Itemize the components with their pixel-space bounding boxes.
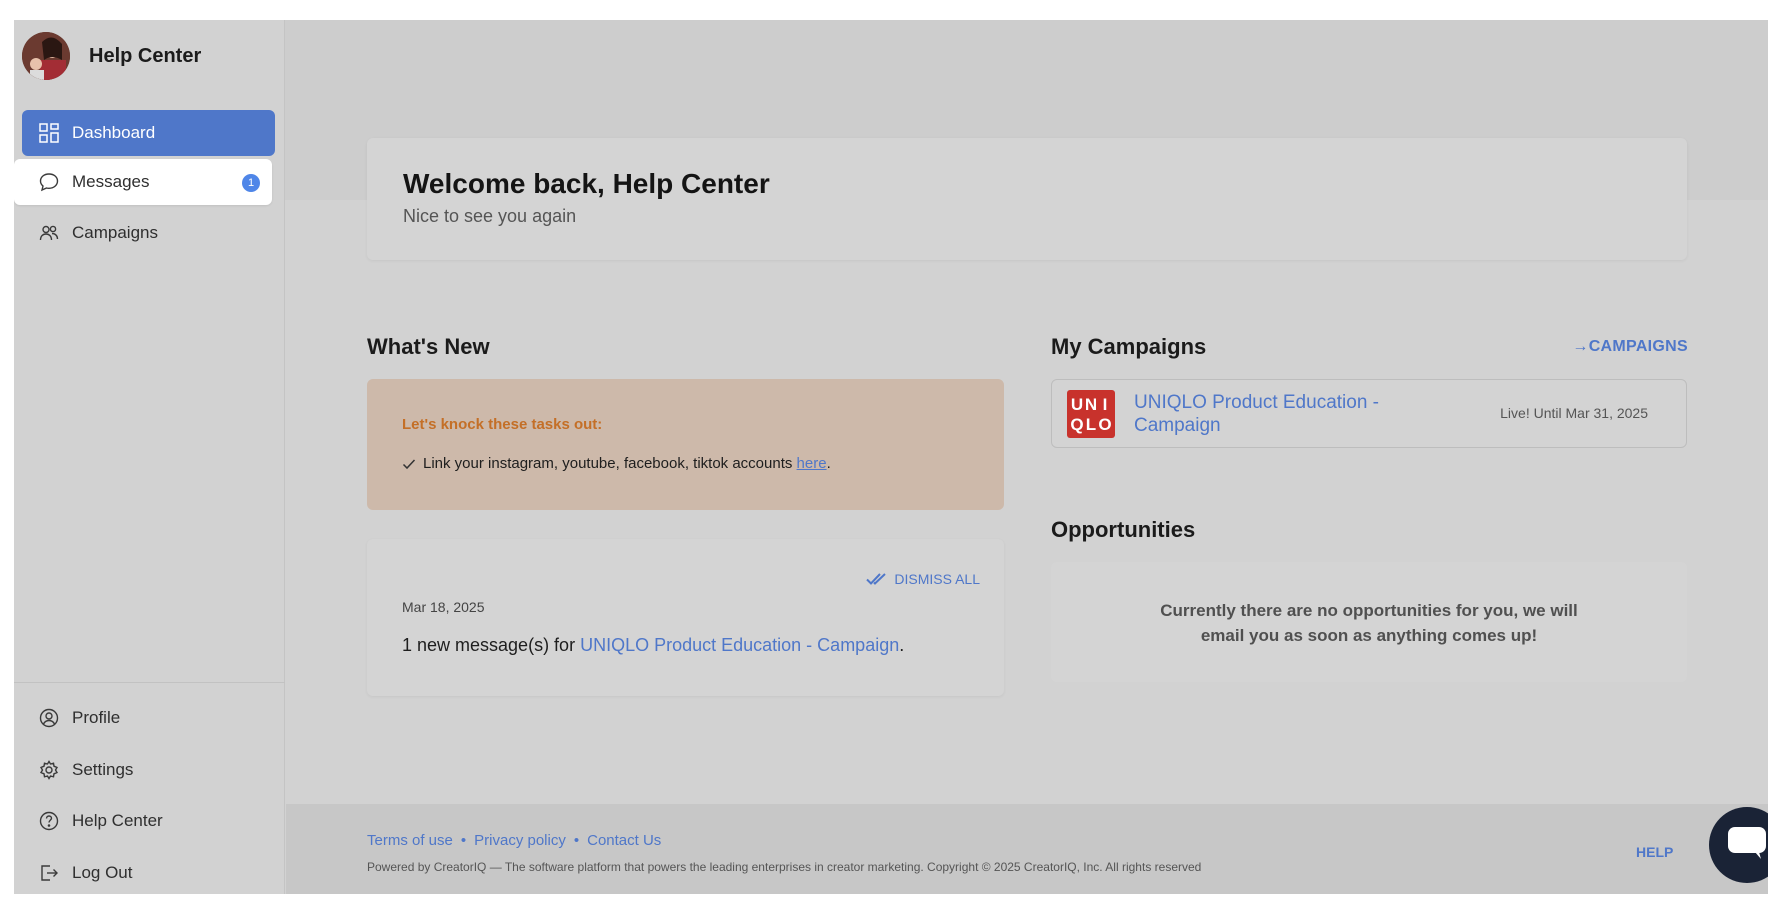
double-check-icon <box>866 572 888 586</box>
campaign-card[interactable]: U N I Q L O UNIQLO Product Education - C… <box>1051 379 1687 448</box>
nav-item-dashboard[interactable]: Dashboard <box>22 110 275 156</box>
uniqlo-logo: U N I Q L O <box>1067 390 1115 438</box>
sidebar-divider <box>14 682 285 683</box>
welcome-card: Welcome back, Help Center Nice to see yo… <box>367 138 1687 260</box>
dismiss-all-button[interactable]: DISMISS ALL <box>866 571 980 587</box>
dot-separator: • <box>573 832 580 849</box>
help-label[interactable]: HELP <box>1636 844 1673 860</box>
welcome-title: Welcome back, Help Center <box>403 168 770 199</box>
nav-item-campaigns[interactable]: Campaigns <box>22 210 275 256</box>
chat-bubble-icon <box>1727 826 1767 865</box>
footer-links: Terms of use • Privacy policy • Contact … <box>367 832 661 849</box>
dot-separator: • <box>460 832 467 849</box>
my-campaigns-title: My Campaigns <box>1051 334 1207 359</box>
opportunities-empty-text: Currently there are no opportunities for… <box>1160 601 1578 645</box>
arrow-right-icon: → <box>1572 338 1589 355</box>
message-campaign-link[interactable]: UNIQLO Product Education - Campaign <box>580 635 899 655</box>
message-text: 1 new message(s) for UNIQLO Product Educ… <box>402 635 905 655</box>
avatar <box>22 32 70 80</box>
sidebar: Help Center Dashboard Messages 1 Campaig… <box>14 20 285 894</box>
check-icon <box>402 457 416 471</box>
task-text: Link your instagram, youtube, facebook, … <box>423 455 797 472</box>
main-content: Welcome back, Help Center Nice to see yo… <box>286 20 1768 894</box>
nav-label: Messages <box>72 172 150 191</box>
campaign-status: Live! Until Mar 31, 2025 <box>1500 405 1648 421</box>
campaigns-link[interactable]: →CAMPAIGNS <box>1572 338 1688 356</box>
nav-label: Campaigns <box>72 223 158 242</box>
contact-link[interactable]: Contact Us <box>587 832 661 849</box>
logout-icon <box>38 862 60 884</box>
brand[interactable]: Help Center <box>22 32 201 80</box>
app-frame: Help Center Dashboard Messages 1 Campaig… <box>14 20 1768 894</box>
dashboard-icon <box>38 122 60 144</box>
nav-label: Help Center <box>72 811 163 830</box>
user-circle-icon <box>38 707 60 729</box>
gear-icon <box>38 759 60 781</box>
message-date: Mar 18, 2025 <box>402 599 485 615</box>
nav-item-log-out[interactable]: Log Out <box>22 850 275 894</box>
chat-icon <box>38 171 60 193</box>
question-icon <box>38 810 60 832</box>
nav-item-profile[interactable]: Profile <box>22 695 275 741</box>
unread-badge: 1 <box>242 174 260 192</box>
users-icon <box>38 222 60 244</box>
nav-label: Log Out <box>72 863 133 882</box>
whats-new-title: What's New <box>367 334 490 359</box>
link-accounts-here[interactable]: here <box>797 455 827 472</box>
chat-launcher-button[interactable] <box>1709 807 1768 883</box>
tasks-heading: Let's knock these tasks out: <box>402 416 603 433</box>
nav-item-help-center[interactable]: Help Center <box>22 798 275 844</box>
tasks-card: Let's knock these tasks out: Link your i… <box>367 379 1004 510</box>
welcome-subtitle: Nice to see you again <box>403 206 577 226</box>
terms-link[interactable]: Terms of use <box>367 832 453 849</box>
privacy-link[interactable]: Privacy policy <box>474 832 566 849</box>
nav-item-messages[interactable]: Messages 1 <box>14 159 272 205</box>
message-card: DISMISS ALL Mar 18, 2025 1 new message(s… <box>367 539 1004 696</box>
nav-label: Dashboard <box>72 123 156 142</box>
nav-item-settings[interactable]: Settings <box>22 747 275 793</box>
opportunities-card: Currently there are no opportunities for… <box>1051 562 1687 682</box>
nav-label: Profile <box>72 708 121 727</box>
footer-copyright: Powered by CreatorIQ — The software plat… <box>367 860 1202 874</box>
brand-name: Help Center <box>89 44 202 67</box>
campaign-name-link[interactable]: UNIQLO Product Education - Campaign <box>1134 391 1424 437</box>
footer: Terms of use • Privacy policy • Contact … <box>286 804 1768 894</box>
task-item: Link your instagram, youtube, facebook, … <box>402 455 831 472</box>
opportunities-title: Opportunities <box>1051 517 1196 542</box>
nav-label: Settings <box>72 760 134 779</box>
